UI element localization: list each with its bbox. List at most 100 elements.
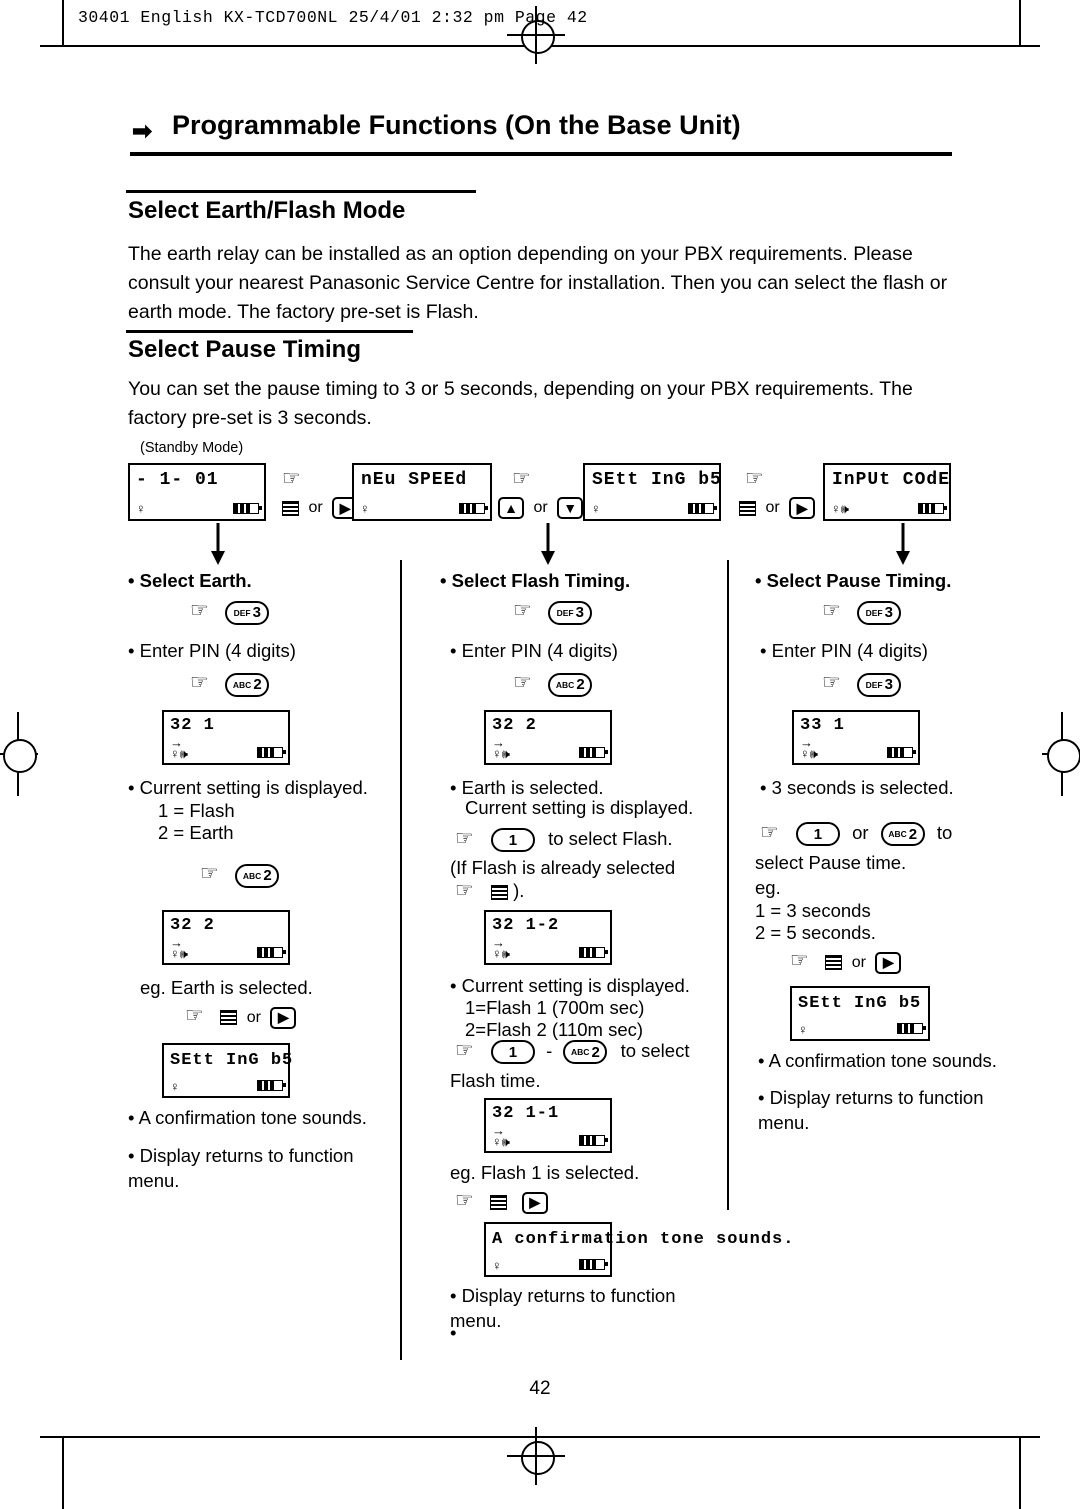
column3-return: • Display returns to function menu. xyxy=(758,1087,984,1133)
column1-tone-text: A confirmation tone sounds. xyxy=(138,1107,367,1128)
column3-menu-row: ☞ or ▶ xyxy=(790,949,902,974)
hand-pointer-icon-c3d: ☞ xyxy=(790,949,809,972)
menu-icon-c1[interactable] xyxy=(220,1010,238,1026)
flow-connector-3-label: or xyxy=(765,499,780,517)
column1-step-pin: • Enter PIN (4 digits) xyxy=(128,640,296,661)
down-arrow-col2 xyxy=(541,523,555,565)
column3-lcd-1: 33 1 → ♀🕪 xyxy=(792,710,920,765)
column2-opt-2: 2=Flash 2 (110m sec) xyxy=(465,1019,644,1040)
down-arrow-col3 xyxy=(896,523,910,565)
column2-heading: • Select Flash Timing. xyxy=(440,570,631,591)
column2-lcd-2-text: 32 1-2 xyxy=(492,916,560,935)
column3-heading: • Select Pause Timing. xyxy=(755,570,952,591)
range-dash: - xyxy=(546,1040,553,1061)
hand-pointer-icon-c1d: ☞ xyxy=(185,1004,204,1027)
column3-sel-text: 3 seconds is selected. xyxy=(771,777,954,798)
column2-lcd-3: 32 1-1 → ♀🕪 xyxy=(484,1098,612,1153)
column1-heading-text: Select Earth. xyxy=(139,570,252,591)
key-def-3-c2[interactable]: DEF 3 xyxy=(548,600,593,625)
key-1-c2[interactable]: 1 xyxy=(490,828,535,853)
key-digit: 2 xyxy=(263,867,272,885)
column2-lcd-1-text: 32 2 xyxy=(492,716,537,735)
menu-icon-c2a[interactable] xyxy=(490,884,508,900)
column1-lcd-1-text: 32 1 xyxy=(170,716,215,735)
flow-screen-1: - 1- 01 ♀ xyxy=(128,463,266,521)
key-digit: 3 xyxy=(252,604,261,622)
key-digit: 2 xyxy=(591,1043,600,1061)
column1-lcd-1: 32 1 → ♀🕪 xyxy=(162,710,290,765)
key-abc-2-c3[interactable]: ABC 2 xyxy=(880,822,925,847)
right-arrow-key-c2[interactable]: ▶ xyxy=(521,1191,548,1214)
battery-icon-2 xyxy=(459,503,488,514)
flow-screen-2: nEu SPEEd ♀ xyxy=(352,463,492,521)
menu-icon-2[interactable] xyxy=(739,500,756,516)
column1-key-row: ☞ DEF 3 xyxy=(190,600,270,625)
key-1-c2b[interactable]: 1 xyxy=(490,1040,535,1065)
column2-key-1-label: to select Flash. xyxy=(548,828,673,849)
flow-screen-3-text: SEtt InG b5 xyxy=(592,470,722,490)
column2-step-pin: • Enter PIN (4 digits) xyxy=(450,640,618,661)
column1-step-current-text: Current setting is displayed. xyxy=(139,777,368,798)
column2-heading-text: Select Flash Timing. xyxy=(451,570,631,591)
flow-screen-1-text: - 1- 01 xyxy=(136,470,219,490)
key-abc-2-c1a[interactable]: ABC 2 xyxy=(225,672,270,697)
antenna-icon-c3a: ♀🕪 xyxy=(800,746,818,761)
column1-return-text: Display returns to function menu. xyxy=(128,1145,354,1191)
column3-sel: • 3 seconds is selected. xyxy=(760,777,954,798)
flow-screen-3: SEtt InG b5 ♀ xyxy=(583,463,721,521)
column3-tone: • A confirmation tone sounds. xyxy=(758,1050,997,1071)
antenna-icon-c2c: ♀🕪 xyxy=(492,1134,510,1149)
up-arrow-key[interactable]: ▲ xyxy=(498,497,524,519)
section1-top-rule xyxy=(126,190,476,193)
menu-icon-c2b[interactable] xyxy=(490,1195,508,1211)
key-def-3-c1[interactable]: DEF 3 xyxy=(225,600,270,625)
hand-pointer-icon-c2: ☞ xyxy=(513,599,532,622)
key-prefix: DEF xyxy=(556,607,574,618)
column2-key-1-row: ☞ 1 to select Flash. xyxy=(455,828,673,853)
column1-lcd-3-text: SEtt InG b5 xyxy=(170,1051,294,1070)
battery-icon-c1c xyxy=(257,1080,286,1091)
menu-icon-c3[interactable] xyxy=(825,955,843,971)
menu-icon-1[interactable] xyxy=(282,500,299,516)
key-digit: 3 xyxy=(884,604,893,622)
hand-pointer-icon-c2f: ☞ xyxy=(455,1189,474,1212)
column3-key-row: ☞ DEF 3 xyxy=(822,600,902,625)
antenna-icon-c1c: ♀ xyxy=(170,1079,180,1094)
column3-return-text: Display returns to function menu. xyxy=(758,1087,984,1133)
column-divider-1 xyxy=(400,560,402,1360)
section2-title: Select Pause Timing xyxy=(128,336,361,363)
right-arrow-key-2[interactable]: ▶ xyxy=(789,497,816,519)
column2-current2-text: Current setting is displayed. xyxy=(461,975,690,996)
column3-key-or-row: ☞ 1 or ABC 2 to xyxy=(760,822,952,847)
column2-eg: eg. Flash 1 is selected. xyxy=(450,1162,640,1183)
key-abc-2-c2b[interactable]: ABC 2 xyxy=(563,1040,608,1065)
column2-lcd-1: 32 2 → ♀🕪 xyxy=(484,710,612,765)
column1-lcd-3: SEtt InG b5 ♀ xyxy=(162,1043,294,1098)
antenna-icon-4: ♀🕪 xyxy=(831,501,849,516)
right-arrow-key-c3[interactable]: ▶ xyxy=(875,951,902,974)
column1-key-abc2-a: ☞ ABC 2 xyxy=(190,672,270,697)
antenna-icon-3: ♀ xyxy=(591,501,601,516)
key-abc-2-c2a[interactable]: ABC 2 xyxy=(548,672,593,697)
hand-pointer-icon-c3b: ☞ xyxy=(822,671,841,694)
column2-lcd-4-text: A confirmation tone sounds. xyxy=(492,1230,795,1249)
key-abc-2-c1b[interactable]: ABC 2 xyxy=(235,863,280,888)
down-arrow-key[interactable]: ▼ xyxy=(557,497,584,519)
battery-icon-c2b xyxy=(579,947,608,958)
column1-step-current: • Current setting is displayed. xyxy=(128,777,368,798)
flow-connector-2: ☞ xyxy=(512,468,531,490)
column1-key-abc2-b: ☞ ABC 2 xyxy=(200,863,280,888)
antenna-icon-c1a: ♀🕪 xyxy=(170,746,188,761)
key-def-3-c3[interactable]: DEF 3 xyxy=(857,600,902,625)
key-digit: 2 xyxy=(908,825,918,843)
column3-lcd-1-text: 33 1 xyxy=(800,716,845,735)
key-1-c3[interactable]: 1 xyxy=(795,822,840,847)
flow-connector-1-label: or xyxy=(308,499,323,517)
key-def-3-c3a[interactable]: DEF 3 xyxy=(857,672,902,697)
flow-connector-1: ☞ xyxy=(282,468,301,490)
column3-sel-pause: select Pause time. xyxy=(755,852,907,873)
column3-menu-or: or xyxy=(851,954,866,971)
registration-cross-top-h xyxy=(507,34,565,36)
column2-key-row: ☞ DEF 3 xyxy=(513,599,593,625)
right-arrow-key-c1[interactable]: ▶ xyxy=(270,1006,297,1029)
